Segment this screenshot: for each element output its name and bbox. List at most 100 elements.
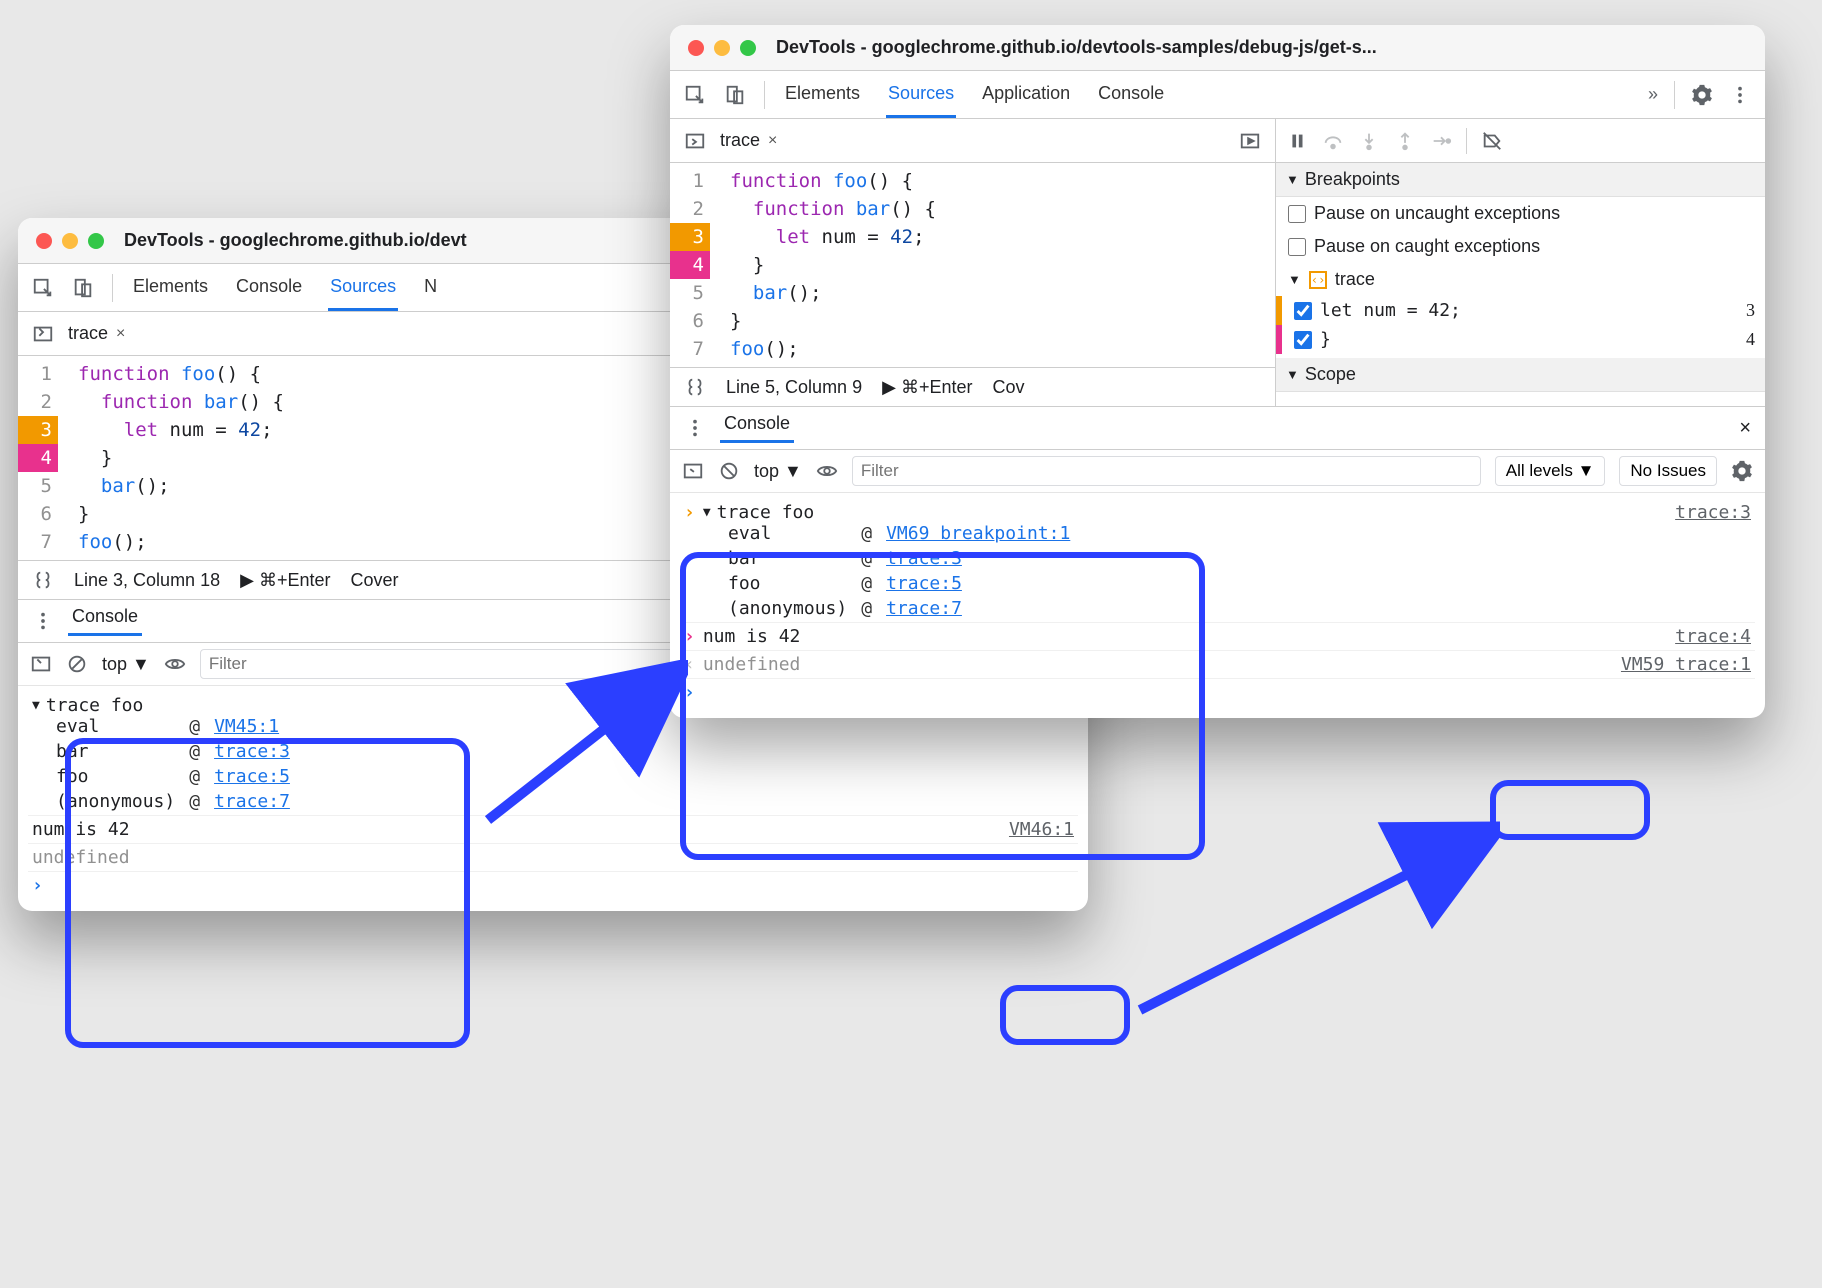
context-selector[interactable]: top ▼ [102,654,150,675]
pause-caught-checkbox[interactable]: Pause on caught exceptions [1276,230,1765,263]
stack-frame-link[interactable]: VM45:1 [214,716,290,737]
tab-more-cut[interactable]: N [422,264,439,311]
step-over-icon[interactable] [1322,130,1344,152]
close-icon[interactable]: × [116,325,125,343]
file-tab-trace[interactable]: trace × [720,130,777,151]
nav-icon[interactable] [684,130,706,152]
settings-icon[interactable] [1691,84,1713,106]
console-tab[interactable]: Console [720,413,794,443]
cursor-position: Line 3, Column 18 [74,570,220,591]
log-undefined: undefined [32,847,130,868]
tab-console[interactable]: Console [234,264,304,311]
breakpoint-item[interactable]: }4 [1276,325,1765,354]
pause-uncaught-checkbox[interactable]: Pause on uncaught exceptions [1276,197,1765,230]
close-icon[interactable]: × [768,132,777,150]
window-controls [688,40,756,56]
minimize-window-button[interactable] [714,40,730,56]
maximize-window-button[interactable] [88,233,104,249]
stack-frame-link[interactable]: trace:5 [214,766,290,787]
stack-frame-link[interactable]: trace:3 [886,548,1070,569]
log-undefined: undefined [703,654,801,675]
run-hint[interactable]: ▶ ⌘+Enter [240,570,330,591]
deactivate-breakpoints-icon[interactable] [1481,130,1503,152]
breakpoint-item[interactable]: let num = 42;3 [1276,296,1765,325]
close-window-button[interactable] [36,233,52,249]
eye-icon[interactable] [164,653,186,675]
more-menu-icon[interactable] [32,610,54,632]
file-tab-trace[interactable]: trace × [68,323,125,344]
close-window-button[interactable] [688,40,704,56]
console-sidebar-icon[interactable] [30,653,52,675]
titlebar: DevTools - googlechrome.github.io/devtoo… [670,25,1765,71]
editor-status-bar: Line 5, Column 9 ▶ ⌘+Enter Cov [670,367,1275,406]
filter-input[interactable] [852,456,1481,486]
step-into-icon[interactable] [1358,130,1380,152]
annotation-box [1000,985,1130,1045]
log-num-is: num is 42 [32,819,130,840]
overflow-icon[interactable]: » [1648,84,1658,105]
scope-section-header[interactable]: ▼Scope [1276,358,1765,392]
inspect-icon[interactable] [684,84,706,106]
window-title: DevTools - googlechrome.github.io/devtoo… [776,37,1747,58]
tab-elements[interactable]: Elements [131,264,210,311]
eye-icon[interactable] [816,460,838,482]
nav-icon[interactable] [32,323,54,345]
coverage-hint[interactable]: Cov [992,377,1024,398]
pretty-print-icon[interactable] [32,569,54,591]
pause-icon[interactable] [1286,130,1308,152]
clear-console-icon[interactable] [718,460,740,482]
breakpoint-file-header[interactable]: ▼‹›trace [1276,263,1765,296]
stack-frame-link[interactable]: VM69 breakpoint:1 [886,523,1070,544]
step-out-icon[interactable] [1394,130,1416,152]
panel-tabs: Elements Console Sources N [131,264,439,311]
source-link-vm59[interactable]: VM59 trace:1 [1621,654,1751,675]
console-settings-icon[interactable] [1731,460,1753,482]
panel-tabs: Elements Sources Application Console [783,71,1166,118]
log-level-button[interactable]: All levels ▼ [1495,456,1606,486]
tab-sources[interactable]: Sources [328,264,398,311]
trace-row-icon: › [684,502,695,523]
step-icon[interactable] [1430,130,1452,152]
source-link-trace4[interactable]: trace:4 [1675,626,1751,647]
close-drawer-icon[interactable]: × [1739,417,1751,440]
source-link-vm46[interactable]: VM46:1 [1009,819,1074,840]
device-toggle-icon[interactable] [724,84,746,106]
prompt-icon[interactable]: › [684,682,695,703]
tab-sources[interactable]: Sources [886,71,956,118]
issues-button[interactable]: No Issues [1619,456,1717,486]
stack-frame-link[interactable]: trace:7 [886,598,1070,619]
tab-elements[interactable]: Elements [783,71,862,118]
console-tab[interactable]: Console [68,606,142,636]
pretty-print-icon[interactable] [684,376,706,398]
maximize-window-button[interactable] [740,40,756,56]
minimize-window-button[interactable] [62,233,78,249]
cursor-position: Line 5, Column 9 [726,377,862,398]
file-tab-label: trace [720,130,760,151]
inspect-icon[interactable] [32,277,54,299]
main-toolbar: Elements Sources Application Console » [670,71,1765,119]
console-output: › ▼ trace foo trace:3 eval@VM69 breakpoi… [670,493,1765,718]
debugger-sidebar: ▼Breakpoints Pause on uncaught exception… [1275,119,1765,406]
source-link-trace3[interactable]: trace:3 [1675,502,1751,523]
device-toggle-icon[interactable] [72,277,94,299]
console-toolbar: top ▼ All levels ▼ No Issues [670,450,1765,493]
stack-frame-link[interactable]: trace:7 [214,791,290,812]
coverage-hint[interactable]: Cover [350,570,398,591]
code-editor[interactable]: 1234567 function foo() { function bar() … [670,163,1275,367]
run-hint[interactable]: ▶ ⌘+Enter [882,377,972,398]
more-menu-icon[interactable] [684,417,706,439]
stack-frame-link[interactable]: trace:5 [886,573,1070,594]
context-selector[interactable]: top ▼ [754,461,802,482]
prompt-icon[interactable]: › [32,875,43,896]
kebab-menu-icon[interactable] [1729,84,1751,106]
run-snippet-icon[interactable] [1239,130,1261,152]
editor-tab-bar: trace × [670,119,1275,163]
trace-header: trace foo [46,695,144,716]
breakpoints-section-header[interactable]: ▼Breakpoints [1276,163,1765,197]
tab-application[interactable]: Application [980,71,1072,118]
console-sidebar-icon[interactable] [682,460,704,482]
tab-console[interactable]: Console [1096,71,1166,118]
devtools-window-right: DevTools - googlechrome.github.io/devtoo… [670,25,1765,718]
clear-console-icon[interactable] [66,653,88,675]
stack-frame-link[interactable]: trace:3 [214,741,290,762]
